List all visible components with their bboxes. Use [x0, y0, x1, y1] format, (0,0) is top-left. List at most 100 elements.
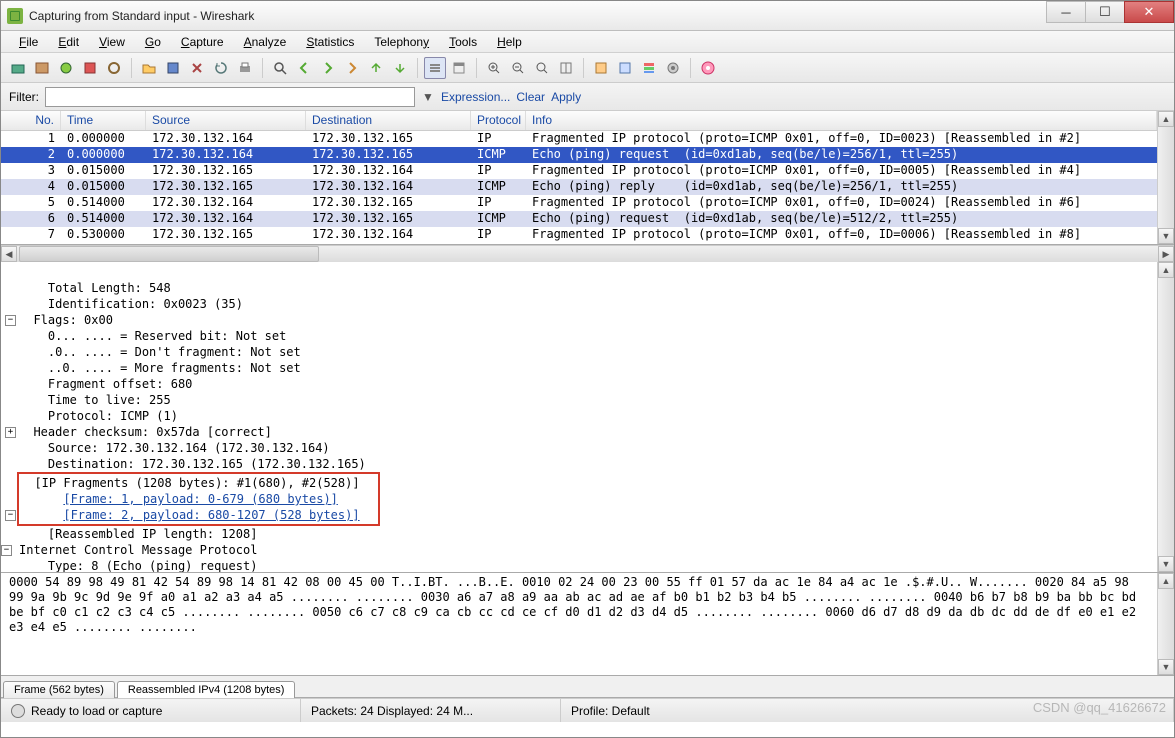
menu-go[interactable]: Go [137, 33, 169, 51]
zoom-out-icon[interactable] [507, 57, 529, 79]
detail-destination: Destination: 172.30.132.165 (172.30.132.… [19, 457, 366, 471]
detail-total-length: Total Length: 548 [19, 281, 171, 295]
packet-row[interactable]: 20.000000172.30.132.164172.30.132.165ICM… [1, 147, 1157, 163]
detail-ip-fragments[interactable]: − [IP Fragments (1208 bytes): #1(680), #… [19, 508, 380, 522]
coloring-rules-icon[interactable] [638, 57, 660, 79]
col-destination[interactable]: Destination [306, 111, 471, 130]
col-info[interactable]: Info [526, 111, 1157, 130]
detail-flags[interactable]: − Flags: 0x00 [19, 313, 113, 327]
packet-list-header: No. Time Source Destination Protocol Inf… [1, 111, 1157, 131]
detail-identification: Identification: 0x0023 (35) [19, 297, 243, 311]
menu-edit[interactable]: Edit [50, 33, 87, 51]
detail-checksum[interactable]: + Header checksum: 0x57da [correct] [19, 425, 272, 439]
detail-flag-morefrag: ..0. .... = More fragments: Not set [19, 361, 301, 375]
menu-view[interactable]: View [91, 33, 133, 51]
col-no[interactable]: No. [1, 111, 61, 130]
packet-list-scrollbar[interactable]: ▲▼ [1157, 111, 1174, 244]
tab-reassembled[interactable]: Reassembled IPv4 (1208 bytes) [117, 681, 296, 698]
forward-icon[interactable] [317, 57, 339, 79]
filter-apply-link[interactable]: Apply [551, 90, 581, 104]
zoom-reset-icon[interactable] [531, 57, 553, 79]
filter-input[interactable] [45, 87, 415, 107]
collapse-icon[interactable]: − [5, 510, 16, 521]
fragment-link-1[interactable]: [Frame: 1, payload: 0-679 (680 bytes)] [63, 492, 338, 506]
detail-reassembled-length: [Reassembled IP length: 1208] [19, 527, 257, 541]
stop-capture-icon[interactable] [79, 57, 101, 79]
col-time[interactable]: Time [61, 111, 146, 130]
collapse-icon[interactable]: − [5, 315, 16, 326]
minimize-button[interactable]: ─ [1046, 1, 1086, 23]
app-icon [7, 8, 23, 24]
tab-frame[interactable]: Frame (562 bytes) [3, 681, 115, 698]
filter-expression-link[interactable]: Expression... [441, 90, 510, 104]
packet-row[interactable]: 10.000000172.30.132.164172.30.132.165IPF… [1, 131, 1157, 147]
packet-bytes-pane[interactable]: 0000 54 89 98 49 81 42 54 89 98 14 81 42… [1, 573, 1157, 675]
reload-icon[interactable] [210, 57, 232, 79]
packet-row[interactable]: 40.015000172.30.132.165172.30.132.164ICM… [1, 179, 1157, 195]
jump-icon[interactable] [341, 57, 363, 79]
close-button[interactable]: ✕ [1124, 1, 1174, 23]
detail-protocol: Protocol: ICMP (1) [19, 409, 178, 423]
details-scrollbar[interactable]: ▲▼ [1157, 262, 1174, 572]
packet-list-pane: No. Time Source Destination Protocol Inf… [1, 111, 1174, 245]
expand-icon[interactable]: + [5, 427, 16, 438]
status-packets: Packets: 24 Displayed: 24 M... [311, 704, 473, 718]
window-title: Capturing from Standard input - Wireshar… [29, 9, 1047, 23]
detail-flag-dontfrag: .0.. .... = Don't fragment: Not set [19, 345, 301, 359]
packet-list-hscroll[interactable]: ◀▶ [1, 245, 1174, 262]
menu-analyze[interactable]: Analyze [236, 33, 295, 51]
detail-ttl: Time to live: 255 [19, 393, 171, 407]
col-protocol[interactable]: Protocol [471, 111, 526, 130]
resize-columns-icon[interactable] [555, 57, 577, 79]
interfaces-icon[interactable] [7, 57, 29, 79]
detail-icmp-type: Type: 8 (Echo (ping) request) [19, 559, 257, 572]
fragment-link-2[interactable]: [Frame: 2, payload: 680-1207 (528 bytes)… [63, 508, 359, 522]
display-filters-icon[interactable] [614, 57, 636, 79]
preferences-icon[interactable] [662, 57, 684, 79]
status-profile: Profile: Default [571, 704, 650, 718]
zoom-in-icon[interactable] [483, 57, 505, 79]
autoscroll-icon[interactable] [448, 57, 470, 79]
filter-toolbar: Filter: ▼ Expression... Clear Apply [1, 83, 1174, 111]
detail-frag-offset: Fragment offset: 680 [19, 377, 192, 391]
back-icon[interactable] [293, 57, 315, 79]
packet-row[interactable]: 60.514000172.30.132.164172.30.132.165ICM… [1, 211, 1157, 227]
collapse-icon[interactable]: − [1, 545, 12, 556]
title-bar: Capturing from Standard input - Wireshar… [1, 1, 1174, 31]
packet-row[interactable]: 50.514000172.30.132.164172.30.132.165IPF… [1, 195, 1157, 211]
menu-help[interactable]: Help [489, 33, 530, 51]
status-ready: Ready to load or capture [31, 704, 162, 718]
save-file-icon[interactable] [162, 57, 184, 79]
close-file-icon[interactable] [186, 57, 208, 79]
col-source[interactable]: Source [146, 111, 306, 130]
filter-clear-link[interactable]: Clear [516, 90, 545, 104]
colorize-icon[interactable] [424, 57, 446, 79]
menu-statistics[interactable]: Statistics [298, 33, 362, 51]
detail-icmp[interactable]: −Internet Control Message Protocol [19, 543, 257, 557]
capture-led-icon [11, 704, 25, 718]
menu-tools[interactable]: Tools [441, 33, 485, 51]
open-file-icon[interactable] [138, 57, 160, 79]
goto-last-icon[interactable] [389, 57, 411, 79]
packet-row[interactable]: 30.015000172.30.132.165172.30.132.164IPF… [1, 163, 1157, 179]
find-icon[interactable] [269, 57, 291, 79]
packet-details-pane[interactable]: Total Length: 548 Identification: 0x0023… [1, 262, 1157, 572]
goto-first-icon[interactable] [365, 57, 387, 79]
menu-file[interactable]: File [11, 33, 46, 51]
capture-filters-icon[interactable] [590, 57, 612, 79]
main-toolbar [1, 53, 1174, 83]
options-icon[interactable] [31, 57, 53, 79]
menu-bar: File Edit View Go Capture Analyze Statis… [1, 31, 1174, 53]
packet-row[interactable]: 70.530000172.30.132.165172.30.132.164IPF… [1, 227, 1157, 243]
start-capture-icon[interactable] [55, 57, 77, 79]
maximize-button[interactable]: ☐ [1085, 1, 1125, 23]
hex-scrollbar[interactable]: ▲▼ [1157, 573, 1174, 675]
restart-capture-icon[interactable] [103, 57, 125, 79]
menu-capture[interactable]: Capture [173, 33, 232, 51]
help-icon[interactable] [697, 57, 719, 79]
filter-dropdown-icon[interactable]: ▼ [421, 90, 435, 104]
print-icon[interactable] [234, 57, 256, 79]
watermark-text: CSDN @qq_41626672 [1033, 700, 1166, 715]
menu-telephony[interactable]: Telephony [366, 33, 437, 51]
window-controls: ─ ☐ ✕ [1047, 1, 1174, 30]
